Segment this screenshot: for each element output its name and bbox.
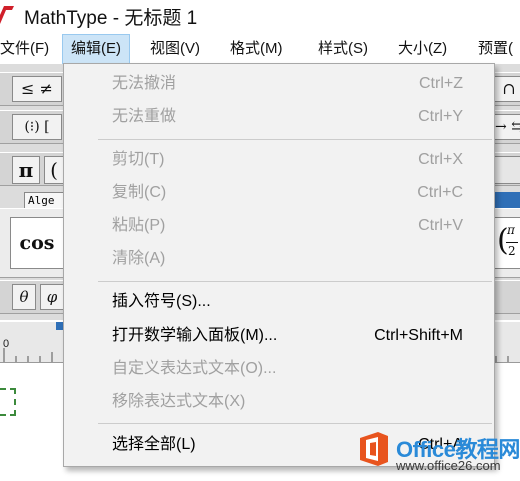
menu-item-math-input-panel[interactable]: 打开数学输入面板(M)... Ctrl+Shift+M (64, 320, 494, 352)
title-bar: MathType - 无标题 1 (0, 0, 520, 30)
menu-item-custom-expression-text[interactable]: 自定义表达式文本(O)... (64, 353, 494, 385)
menu-item-copy[interactable]: 复制(C) Ctrl+C (64, 177, 494, 209)
menu-file[interactable]: 文件(F) (0, 34, 57, 64)
menu-item-shortcut: Ctrl+C (417, 184, 463, 201)
paren-button[interactable]: ( (44, 156, 64, 184)
menu-item-label: 选择全部(L) (112, 436, 196, 453)
relations-palette-button[interactable]: ≤ ≠ (12, 76, 62, 102)
menu-item-label: 粘贴(P) (112, 217, 166, 234)
menu-preferences[interactable]: 预置( (470, 34, 520, 64)
frac-bar (506, 242, 518, 243)
tab-active[interactable] (494, 192, 520, 208)
symbol-bar-button[interactable] (494, 156, 520, 184)
window-title: MathType - 无标题 1 (24, 8, 198, 29)
menu-item-label: 剪切(T) (112, 151, 165, 168)
menu-item-label: 清除(A) (112, 250, 166, 267)
menu-item-cut[interactable]: 剪切(T) Ctrl+X (64, 144, 494, 176)
menu-item-label: 无法重做 (112, 108, 177, 125)
menu-item-undo[interactable]: 无法撤消 Ctrl+Z (64, 68, 494, 100)
menu-item-label: 插入符号(S)... (112, 293, 211, 310)
frac-denominator: 2 (508, 244, 516, 258)
menu-separator (98, 139, 492, 140)
menu-size[interactable]: 大小(Z) (390, 34, 455, 64)
pi-button[interactable]: π (12, 156, 40, 184)
menu-item-shortcut: Ctrl+X (418, 151, 463, 168)
menu-item-insert-symbol[interactable]: 插入符号(S)... (64, 286, 494, 318)
set-palette-button[interactable]: ∩ (494, 76, 520, 102)
equation-insertion-slot[interactable] (0, 388, 16, 416)
menu-edit[interactable]: 编辑(E) (62, 34, 130, 64)
site-watermark: Office教程网 www.office26.com (350, 424, 520, 481)
menu-item-label: 复制(C) (112, 184, 167, 201)
watermark-url: www.office26.com (396, 458, 501, 473)
menu-format[interactable]: 格式(M) (222, 34, 291, 64)
frac-numerator: π (507, 223, 515, 237)
menu-item-label: 自定义表达式文本(O)... (112, 360, 277, 377)
theta-button[interactable]: θ (12, 284, 36, 310)
menu-item-label: 移除表达式文本(X) (112, 393, 246, 410)
cos-template-button[interactable]: cos (10, 217, 64, 269)
menu-item-label: 无法撤消 (112, 75, 177, 92)
fences-palette-button[interactable]: (⁝) [ (12, 114, 62, 140)
menu-style[interactable]: 样式(S) (310, 34, 376, 64)
arrows-palette-button[interactable]: → ⇆ (494, 114, 520, 140)
ruler-zero-label: 0 (3, 338, 10, 350)
menu-item-shortcut: Ctrl+Y (418, 108, 463, 125)
edit-menu-dropdown: 无法撤消 Ctrl+Z 无法重做 Ctrl+Y 剪切(T) Ctrl+X 复制(… (63, 63, 495, 467)
menu-item-shortcut: Ctrl+V (418, 217, 463, 234)
office-logo-icon (360, 432, 388, 466)
menu-item-remove-expression-text[interactable]: 移除表达式文本(X) (64, 386, 494, 418)
cos-label: cos (19, 232, 55, 254)
menu-bar: 文件(F) 编辑(E) 视图(V) 格式(M) 样式(S) 大小(Z) 预置( (0, 34, 520, 64)
phi-button[interactable]: φ (40, 284, 64, 310)
menu-item-shortcut: Ctrl+Shift+M (374, 327, 463, 344)
tab-algebra[interactable]: Alge (24, 192, 64, 208)
menu-item-label: 打开数学输入面板(M)... (112, 327, 278, 344)
menu-item-paste[interactable]: 粘贴(P) Ctrl+V (64, 210, 494, 242)
menu-item-shortcut: Ctrl+Z (419, 75, 463, 92)
menu-item-clear[interactable]: 清除(A) (64, 243, 494, 275)
fraction-template-button[interactable]: ( π 2 (494, 217, 520, 269)
menu-view[interactable]: 视图(V) (142, 34, 208, 64)
mathtype-logo-icon (0, 6, 14, 24)
menu-item-redo[interactable]: 无法重做 Ctrl+Y (64, 101, 494, 133)
menu-separator (98, 281, 492, 282)
